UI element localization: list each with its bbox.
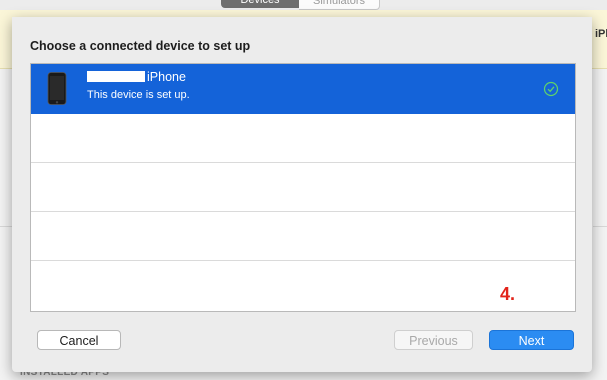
empty-list-row [31, 163, 575, 212]
sheet-title: Choose a connected device to set up [30, 39, 251, 53]
background-device-title: iPh [595, 28, 607, 40]
view-segmented-control[interactable]: Devices Simulators [221, 0, 380, 10]
device-name-text: iPhone [147, 70, 186, 84]
device-row[interactable]: iPhone This device is set up. [31, 64, 575, 114]
iphone-icon [47, 72, 67, 105]
background-divider [593, 226, 607, 227]
device-setup-sheet: Choose a connected device to set up iPho… [12, 17, 592, 372]
empty-list-row [31, 261, 575, 309]
device-name: iPhone [87, 70, 186, 84]
previous-button[interactable]: Previous [394, 330, 473, 350]
empty-list-row [31, 212, 575, 261]
background-toolbar: Devices Simulators [0, 0, 607, 10]
tab-simulators[interactable]: Simulators [299, 0, 380, 10]
next-button[interactable]: Next [489, 330, 574, 350]
redacted-owner-name [87, 71, 145, 82]
empty-list-row [31, 114, 575, 163]
background-divider [0, 226, 12, 227]
tab-devices[interactable]: Devices [221, 0, 299, 8]
step-annotation: 4. [500, 284, 516, 304]
checkmark-circle-icon [543, 81, 559, 97]
cancel-button[interactable]: Cancel [37, 330, 121, 350]
device-list[interactable]: iPhone This device is set up. [30, 63, 576, 312]
device-status: This device is set up. [87, 89, 190, 101]
